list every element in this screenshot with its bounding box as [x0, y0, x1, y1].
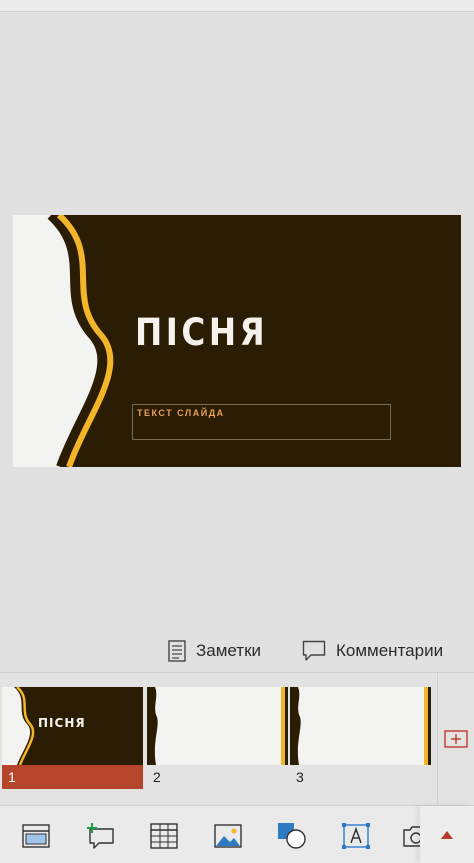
- expand-toolbar-button[interactable]: [420, 806, 474, 863]
- layout-button[interactable]: [20, 820, 52, 852]
- slide-number: 3: [296, 769, 304, 785]
- layout-icon: [22, 824, 50, 848]
- notes-button[interactable]: Заметки: [168, 636, 261, 666]
- slide-thumbnail-image: [147, 687, 288, 765]
- subtitle-placeholder-text: ТЕКСТ СЛАЙДА: [137, 408, 225, 418]
- new-comment-icon: [87, 823, 114, 849]
- caret-up-icon: [441, 831, 453, 839]
- text-box-button[interactable]: [340, 820, 372, 852]
- slide-thumbnail-image: [290, 687, 431, 765]
- picture-button[interactable]: [212, 820, 244, 852]
- notes-icon: [168, 640, 186, 662]
- slide-thumbnail-3[interactable]: 3: [290, 687, 431, 789]
- comment-icon: [302, 640, 326, 661]
- notes-label: Заметки: [196, 641, 262, 660]
- slide-number: 1: [2, 765, 143, 789]
- comments-button[interactable]: Комментарии: [302, 636, 443, 666]
- add-slide-icon: [444, 730, 468, 748]
- slide-thumbnail-strip[interactable]: ПІСНЯ 1 2 3: [0, 672, 474, 805]
- subtitle-placeholder[interactable]: ТЕКСТ СЛАЙДА: [132, 404, 391, 440]
- text-box-icon: [342, 823, 370, 849]
- table-button[interactable]: [148, 820, 180, 852]
- new-comment-button[interactable]: [84, 820, 116, 852]
- shapes-button[interactable]: [276, 820, 308, 852]
- table-icon: [150, 823, 178, 849]
- slide-thumbnail-image: ПІСНЯ: [2, 687, 143, 765]
- slide-thumbnail-1[interactable]: ПІСНЯ 1: [2, 687, 143, 789]
- picture-icon: [214, 824, 242, 848]
- main-slide[interactable]: ПІСНЯ ТЕКСТ СЛАЙДА: [13, 215, 461, 467]
- thumbnail-title: ПІСНЯ: [38, 716, 86, 730]
- slide-number: 2: [153, 769, 161, 785]
- shapes-icon: [278, 823, 306, 849]
- slide-thumbnail-2[interactable]: 2: [147, 687, 288, 789]
- slide-tools-bar: Заметки Комментарии: [0, 636, 474, 666]
- comments-label: Комментарии: [336, 641, 444, 660]
- top-bar: [0, 0, 474, 12]
- slide-title[interactable]: ПІСНЯ: [135, 311, 268, 354]
- insert-toolbar: [0, 805, 474, 863]
- add-slide-button[interactable]: [437, 673, 474, 805]
